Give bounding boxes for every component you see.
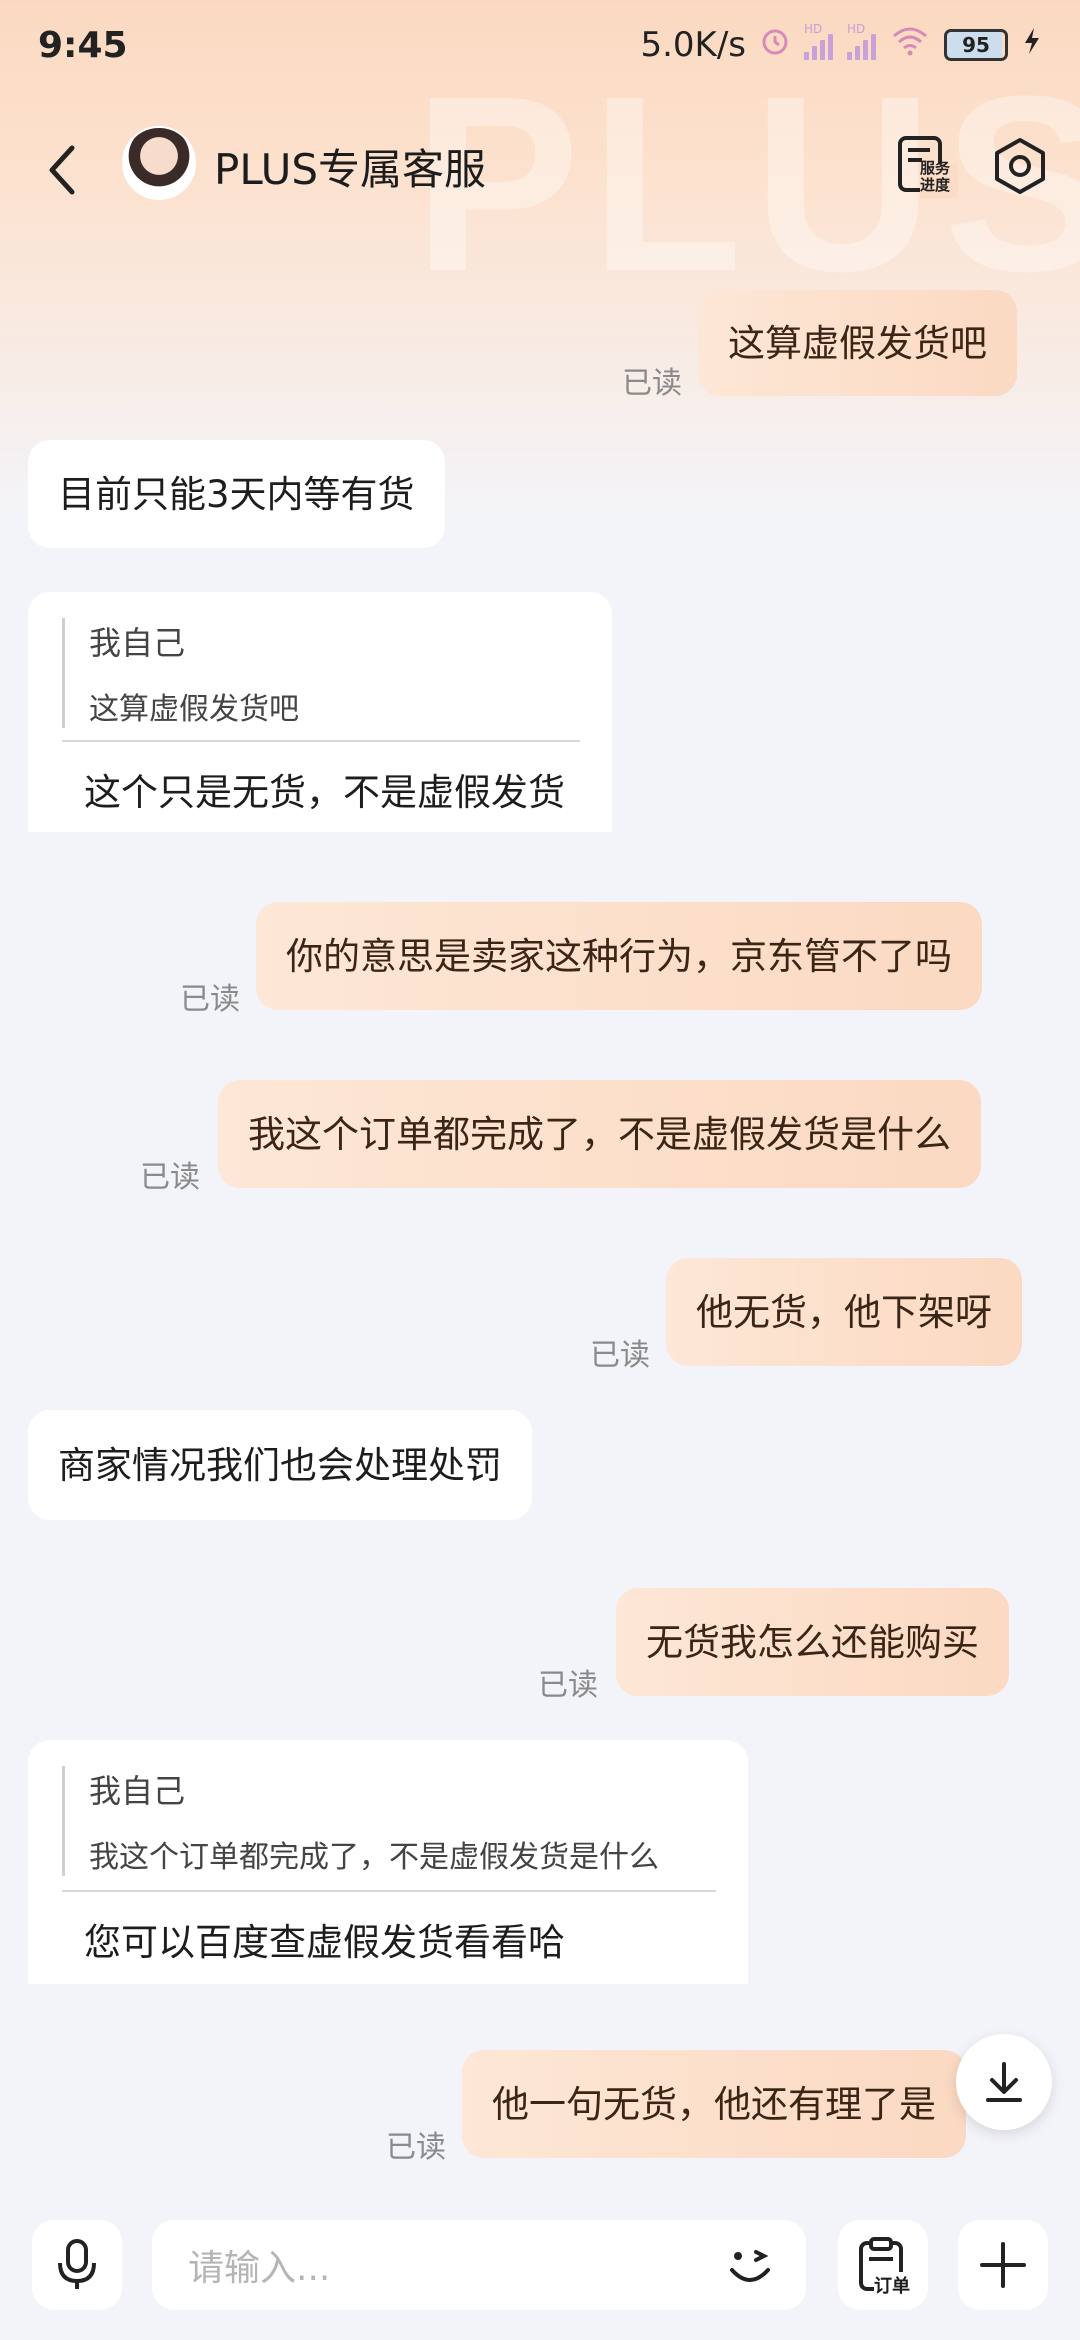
input-bar: 请输入... 订单 (0, 2200, 1080, 2340)
charging-icon (1022, 25, 1042, 65)
emoji-button[interactable] (722, 2238, 778, 2294)
incoming-message[interactable]: 目前只能3天内等有货 (28, 440, 445, 548)
reply-text: 您可以百度查虚假发货看看哈 (84, 1921, 565, 1964)
read-status: 已读 (386, 2130, 446, 2165)
back-button[interactable] (40, 140, 90, 200)
settings-button[interactable] (990, 136, 1050, 196)
status-icons: 5.0K/s HD HD 95 (640, 22, 1042, 65)
agent-avatar[interactable] (122, 126, 196, 200)
read-status: 已读 (180, 982, 240, 1017)
page-title: PLUS专属客服 (214, 145, 487, 194)
outgoing-message[interactable]: 无货我怎么还能购买 (616, 1588, 1009, 1696)
battery-icon: 95 (944, 29, 1008, 61)
chat-header: PLUS专属客服 服务 进度 (0, 120, 1080, 220)
order-label: 订单 (874, 2272, 910, 2298)
order-button[interactable]: 订单 (838, 2220, 928, 2310)
outgoing-message[interactable]: 他一句无货，他还有理了是 (462, 2050, 966, 2158)
signal-icon-2: HD (847, 22, 876, 60)
voice-input-button[interactable] (32, 2220, 122, 2310)
input-placeholder: 请输入... (188, 2248, 331, 2289)
net-speed: 5.0K/s (640, 25, 746, 65)
quoted-reply-message[interactable]: 我自己 我这个订单都完成了，不是虚假发货是什么 您可以百度查虚假发货看看哈 (28, 1740, 748, 1984)
message-input[interactable]: 请输入... (152, 2220, 806, 2310)
quote-text: 这算虚假发货吧 (89, 692, 299, 727)
read-status: 已读 (622, 366, 682, 401)
quote-divider (62, 1890, 716, 1892)
quote-divider (62, 740, 580, 742)
more-actions-button[interactable] (958, 2220, 1048, 2310)
signal-icon-1: HD (804, 22, 833, 60)
quote-block: 我自己 我这个订单都完成了，不是虚假发货是什么 (62, 1766, 659, 1876)
wifi-icon (890, 25, 930, 65)
service-label: 服务 进度 (920, 159, 951, 194)
quote-block: 我自己 这算虚假发货吧 (62, 618, 299, 728)
incoming-message[interactable]: 商家情况我们也会处理处罚 (28, 1410, 532, 1520)
status-time: 9:45 (38, 24, 128, 66)
microphone-icon (58, 2239, 96, 2289)
read-status: 已读 (538, 1668, 598, 1703)
service-progress-button[interactable]: 服务 进度 (894, 134, 958, 198)
gear-icon (995, 138, 1045, 194)
outgoing-message[interactable]: 你的意思是卖家这种行为，京东管不了吗 (256, 902, 982, 1010)
plus-icon (980, 2242, 1026, 2288)
quote-author: 我自己 (89, 1772, 186, 1810)
scroll-to-bottom-button[interactable] (956, 2034, 1052, 2130)
read-status: 已读 (140, 1160, 200, 1195)
read-status: 已读 (590, 1338, 650, 1373)
outgoing-message[interactable]: 我这个订单都完成了，不是虚假发货是什么 (218, 1080, 981, 1188)
download-arrow-icon (986, 2062, 1022, 2102)
status-bar: 9:45 5.0K/s HD HD 95 (0, 0, 1080, 90)
outgoing-message[interactable]: 这算虚假发货吧 (698, 290, 1017, 396)
outgoing-message[interactable]: 他无货，他下架呀 (666, 1258, 1022, 1366)
quote-text: 我这个订单都完成了，不是虚假发货是什么 (89, 1840, 659, 1875)
quoted-reply-message[interactable]: 我自己 这算虚假发货吧 这个只是无货，不是虚假发货 (28, 592, 612, 832)
chevron-left-icon (49, 145, 75, 195)
reply-text: 这个只是无货，不是虚假发货 (84, 771, 565, 814)
alarm-icon (760, 25, 790, 65)
quote-author: 我自己 (89, 624, 186, 662)
wink-face-icon (730, 2250, 770, 2282)
